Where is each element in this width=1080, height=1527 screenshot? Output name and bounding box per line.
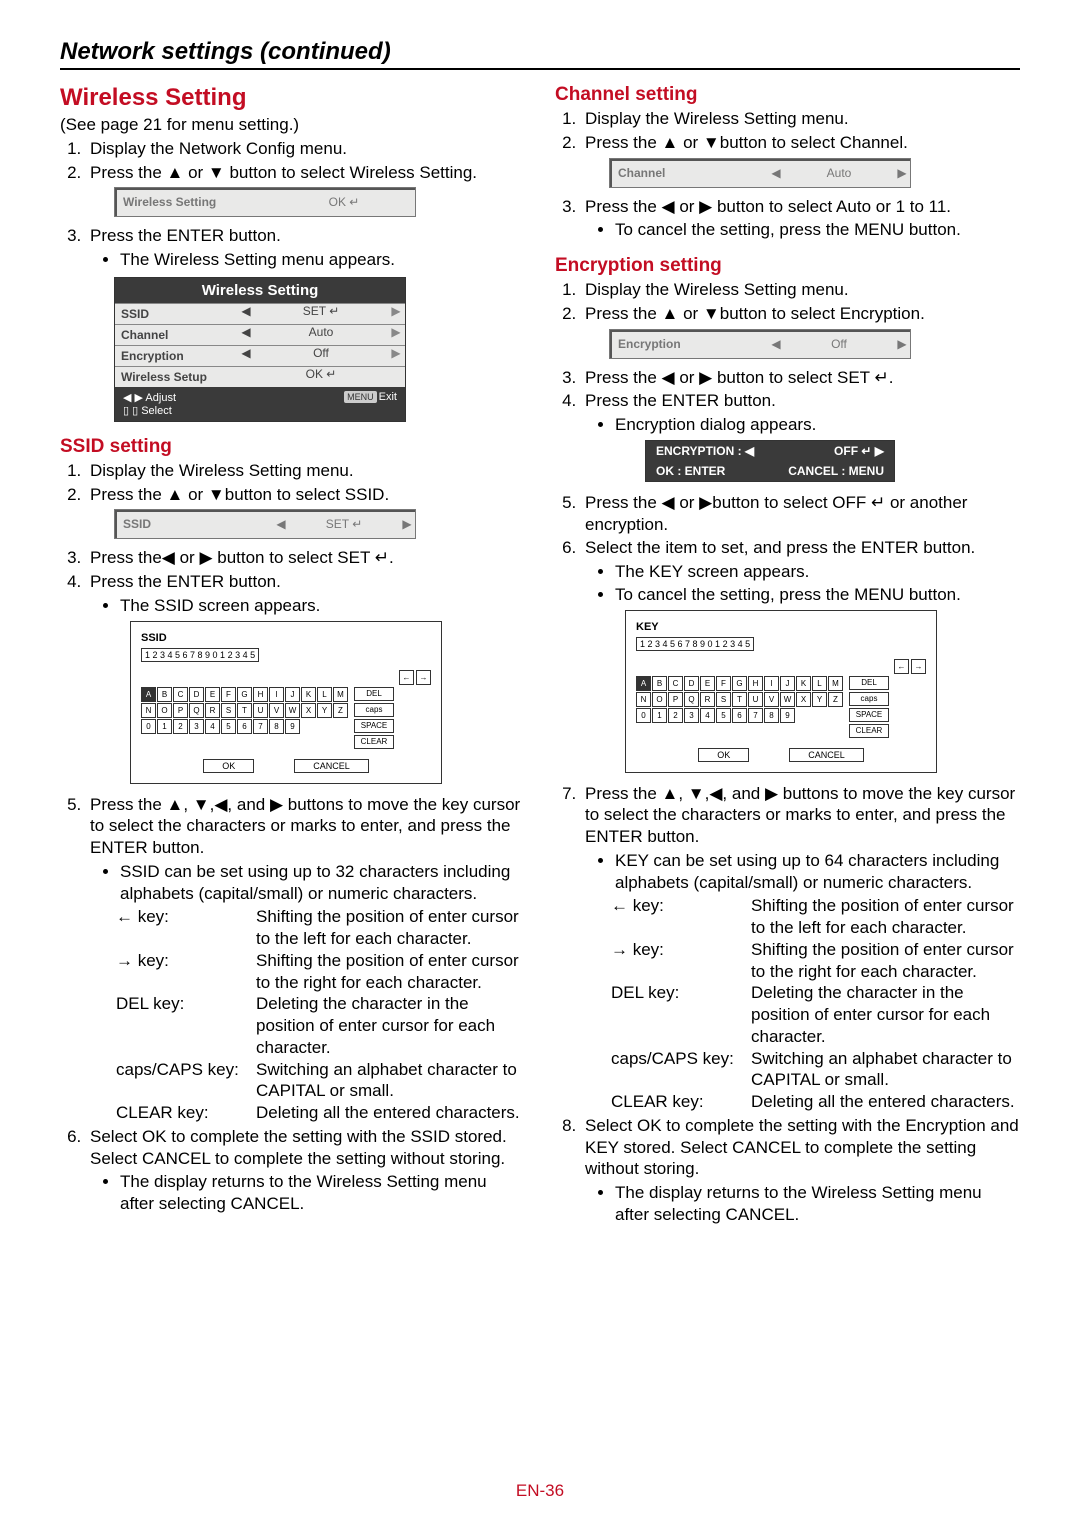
rule bbox=[60, 68, 1020, 70]
encryption-dialog-illustration: ENCRYPTION : ◀OFF ↵ ▶ OK : ENTERCANCEL :… bbox=[645, 440, 895, 482]
wireless-setting-heading: Wireless Setting bbox=[60, 84, 525, 112]
step: Display the Wireless Setting menu. bbox=[581, 279, 1020, 301]
step: Select OK to complete the setting with t… bbox=[581, 1115, 1020, 1226]
row-label: Wireless Setting bbox=[115, 195, 273, 209]
sub-bullet: To cancel the setting, press the MENU bu… bbox=[615, 584, 1020, 606]
kb-cancel: CANCEL bbox=[789, 748, 864, 762]
step: Press the ◀ or ▶ button to select Auto o… bbox=[581, 196, 1020, 242]
kb-row: ABCDEFGHIJKLM bbox=[636, 676, 843, 691]
row-value: Auto bbox=[784, 166, 894, 180]
left-arrow-icon: ◀ bbox=[273, 517, 289, 531]
right-arrow-icon: ▶ bbox=[894, 337, 910, 351]
kb-ok: OK bbox=[698, 748, 749, 762]
key-screen-illustration: KEY 1 2 3 4 5 6 7 8 9 0 1 2 3 4 5 ← → AB… bbox=[625, 610, 937, 773]
ssid-row-illustration: SSID ◀ SET ↵ ▶ bbox=[114, 509, 416, 539]
arrow-right-key: → bbox=[416, 670, 431, 685]
arrow-left-key: ← bbox=[399, 670, 414, 685]
step: Press the ▲ or ▼button to select SSID. bbox=[86, 484, 525, 506]
step: Press the ◀ or ▶ button to select SET ↵. bbox=[581, 367, 1020, 389]
arrow-right-key: → bbox=[911, 659, 926, 674]
kb-input: 1 2 3 4 5 6 7 8 9 0 1 2 3 4 5 bbox=[141, 648, 259, 662]
kb-title: KEY bbox=[636, 621, 926, 633]
arrow-left-key: ← bbox=[894, 659, 909, 674]
channel-row-illustration: Channel ◀ Auto ▶ bbox=[609, 158, 911, 188]
sub-bullet: The SSID screen appears. bbox=[120, 595, 525, 617]
kb-row: ABCDEFGHIJKLM bbox=[141, 687, 348, 702]
channel-setting-heading: Channel setting bbox=[555, 84, 1020, 106]
menu-row: Encryption◀Off▶ bbox=[115, 345, 405, 366]
wireless-setting-row-illustration: Wireless Setting OK ↵ bbox=[114, 187, 416, 217]
right-column: Channel setting Display the Wireless Set… bbox=[555, 78, 1020, 1228]
sub-bullet: Encryption dialog appears. bbox=[615, 414, 1020, 436]
row-label: Channel bbox=[610, 166, 768, 180]
sub-bullet: The display returns to the Wireless Sett… bbox=[615, 1182, 1020, 1226]
step: Select the item to set, and press the EN… bbox=[581, 537, 1020, 605]
step: Press the ◀ or ▶button to select OFF ↵ o… bbox=[581, 492, 1020, 536]
ssid-setting-heading: SSID setting bbox=[60, 436, 525, 458]
step: Display the Wireless Setting menu. bbox=[86, 460, 525, 482]
encryption-row-illustration: Encryption ◀ Off ▶ bbox=[609, 329, 911, 359]
kb-input: 1 2 3 4 5 6 7 8 9 0 1 2 3 4 5 bbox=[636, 637, 754, 651]
kb-row: NOPQRSTUVWXYZ bbox=[636, 692, 843, 707]
step: Select OK to complete the setting with t… bbox=[86, 1126, 525, 1215]
sub-bullet: The KEY screen appears. bbox=[615, 561, 1020, 583]
step: Press the◀ or ▶ button to select SET ↵. bbox=[86, 547, 525, 569]
kb-title: SSID bbox=[141, 632, 431, 644]
kb-side-keys: DEL caps SPACE CLEAR bbox=[849, 676, 889, 738]
menu-row: Channel◀Auto▶ bbox=[115, 324, 405, 345]
row-value: Off bbox=[784, 337, 894, 351]
kb-ok: OK bbox=[203, 759, 254, 773]
wireless-setting-menu-illustration: Wireless Setting SSID◀SET ↵▶ Channel◀Aut… bbox=[114, 277, 406, 422]
encryption-setting-heading: Encryption setting bbox=[555, 255, 1020, 277]
row-value: OK ↵ bbox=[289, 195, 399, 209]
kb-side-keys: DEL caps SPACE CLEAR bbox=[354, 687, 394, 749]
page-number: EN-36 bbox=[0, 1481, 1080, 1501]
step: Press the ▲ or ▼ button to select Wirele… bbox=[86, 162, 525, 184]
ssid-screen-illustration: SSID 1 2 3 4 5 6 7 8 9 0 1 2 3 4 5 ← → A… bbox=[130, 621, 442, 784]
left-arrow-icon: ◀ bbox=[768, 166, 784, 180]
left-column: Wireless Setting (See page 21 for menu s… bbox=[60, 78, 525, 1228]
right-arrow-icon: ▶ bbox=[894, 166, 910, 180]
sub-bullet: The Wireless Setting menu appears. bbox=[120, 249, 525, 271]
see-page-note: (See page 21 for menu setting.) bbox=[60, 114, 525, 136]
row-label: SSID bbox=[115, 517, 273, 531]
sub-bullet: KEY can be set using up to 64 characters… bbox=[615, 850, 1020, 894]
left-arrow-icon: ◀ bbox=[768, 337, 784, 351]
sub-bullet: To cancel the setting, press the MENU bu… bbox=[615, 219, 1020, 241]
row-value: SET ↵ bbox=[289, 517, 399, 531]
menu-title: Wireless Setting bbox=[115, 278, 405, 303]
sub-bullet: The display returns to the Wireless Sett… bbox=[120, 1171, 525, 1215]
menu-footer: ◀ ▶ Adjust ▯ ▯ Select MENUExit bbox=[115, 387, 405, 421]
kb-cancel: CANCEL bbox=[294, 759, 369, 773]
step: Press the ENTER button. The SSID screen … bbox=[86, 571, 525, 617]
kb-row: NOPQRSTUVWXYZ bbox=[141, 703, 348, 718]
row-label: Encryption bbox=[610, 337, 768, 351]
step: Press the ENTER button. The Wireless Set… bbox=[86, 225, 525, 271]
section-title: Network settings (continued) bbox=[60, 38, 1020, 66]
step: Press the ▲ or ▼button to select Channel… bbox=[581, 132, 1020, 154]
step: Press the ▲ or ▼button to select Encrypt… bbox=[581, 303, 1020, 325]
step: Press the ▲, ▼,◀, and ▶ buttons to move … bbox=[581, 783, 1020, 1113]
kb-row: 0123456789 bbox=[141, 719, 348, 734]
kb-row: 0123456789 bbox=[636, 708, 843, 723]
menu-row: Wireless SetupOK ↵ bbox=[115, 366, 405, 387]
step: Display the Network Config menu. bbox=[86, 138, 525, 160]
right-arrow-icon: ▶ bbox=[399, 517, 415, 531]
step: Press the ENTER button. Encryption dialo… bbox=[581, 390, 1020, 436]
menu-row: SSID◀SET ↵▶ bbox=[115, 303, 405, 324]
step: Press the ▲, ▼,◀, and ▶ buttons to move … bbox=[86, 794, 525, 1124]
step: Display the Wireless Setting menu. bbox=[581, 108, 1020, 130]
sub-bullet: SSID can be set using up to 32 character… bbox=[120, 861, 525, 905]
